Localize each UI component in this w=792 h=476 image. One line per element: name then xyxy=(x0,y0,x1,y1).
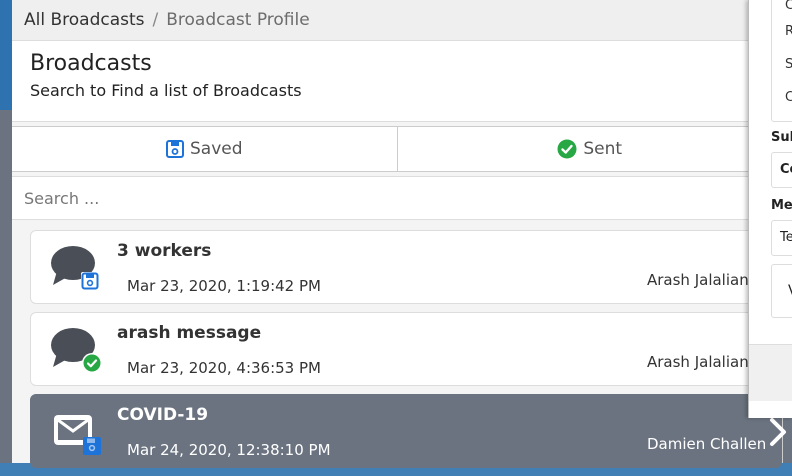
check-circle-icon xyxy=(557,139,577,159)
subject-value: Co xyxy=(780,162,792,177)
subject-field[interactable]: Co xyxy=(771,152,792,188)
broadcast-list: 3 workers Mar 23, 2020, 1:19:42 PM Arash… xyxy=(30,230,782,476)
saved-badge-icon xyxy=(81,272,99,290)
list-item[interactable]: arash message Mar 23, 2020, 4:36:53 PM A… xyxy=(30,312,782,386)
list-item[interactable]: 3 workers Mar 23, 2020, 1:19:42 PM Arash… xyxy=(30,230,782,304)
search-input[interactable] xyxy=(22,187,746,209)
saved-badge-icon xyxy=(83,437,101,455)
page-title: Broadcasts xyxy=(30,51,152,76)
broadcast-title: 3 workers xyxy=(117,241,212,261)
broadcast-date: Mar 23, 2020, 1:19:42 PM xyxy=(127,277,321,295)
tab-sent[interactable]: Sent xyxy=(396,127,783,171)
broadcast-author: Arash Jalalian xyxy=(647,353,749,371)
message-type-field[interactable]: Te xyxy=(771,220,792,256)
broadcast-profile-panel: C R S C Sul Co Me Te V xyxy=(748,0,792,418)
list-item-selected[interactable]: COVID-19 Mar 24, 2020, 12:38:10 PM Damie… xyxy=(30,394,782,468)
tab-saved[interactable]: Saved xyxy=(12,127,397,171)
breadcrumb-current: Broadcast Profile xyxy=(166,10,310,30)
breadcrumb-separator: / xyxy=(152,10,159,30)
envelope-icon xyxy=(51,409,103,457)
breadcrumb: All Broadcasts / Broadcast Profile xyxy=(12,0,782,41)
tab-sent-label: Sent xyxy=(583,139,623,159)
broadcasts-panel: All Broadcasts / Broadcast Profile Broad… xyxy=(12,0,783,468)
detail-row-label: C xyxy=(785,90,792,105)
search-bar xyxy=(12,176,783,220)
message-type-value: Te xyxy=(780,230,792,245)
page-header: Broadcasts Search to Find a list of Broa… xyxy=(12,41,782,122)
message-body-text: V xyxy=(788,283,792,299)
breadcrumb-root-link[interactable]: All Broadcasts xyxy=(24,10,145,30)
broadcast-tabs: Saved Sent xyxy=(12,126,782,172)
message-body-field[interactable]: V xyxy=(771,264,792,318)
detail-row-label: S xyxy=(785,57,792,72)
detail-row-label: C xyxy=(785,0,792,13)
floppy-disk-icon xyxy=(165,140,184,158)
tab-saved-label: Saved xyxy=(189,139,243,159)
broadcast-date: Mar 24, 2020, 12:38:10 PM xyxy=(127,441,331,459)
broadcast-title: COVID-19 xyxy=(117,405,209,425)
broadcast-author: Damien Challen xyxy=(647,435,767,453)
broadcast-date: Mar 23, 2020, 4:36:53 PM xyxy=(127,359,321,377)
chevron-right-icon[interactable] xyxy=(764,412,792,452)
chat-bubble-icon xyxy=(51,245,103,293)
page-subtitle: Search to Find a list of Broadcasts xyxy=(30,81,302,100)
message-label: Me xyxy=(771,198,792,213)
panel-footer xyxy=(749,344,792,401)
detail-row-label: R xyxy=(785,24,792,39)
broadcast-title: arash message xyxy=(117,323,262,343)
broadcast-author: Arash Jalalian xyxy=(647,271,749,289)
chat-bubble-icon xyxy=(51,327,103,375)
subject-label: Sul xyxy=(771,130,792,145)
sent-badge-icon xyxy=(82,353,102,373)
